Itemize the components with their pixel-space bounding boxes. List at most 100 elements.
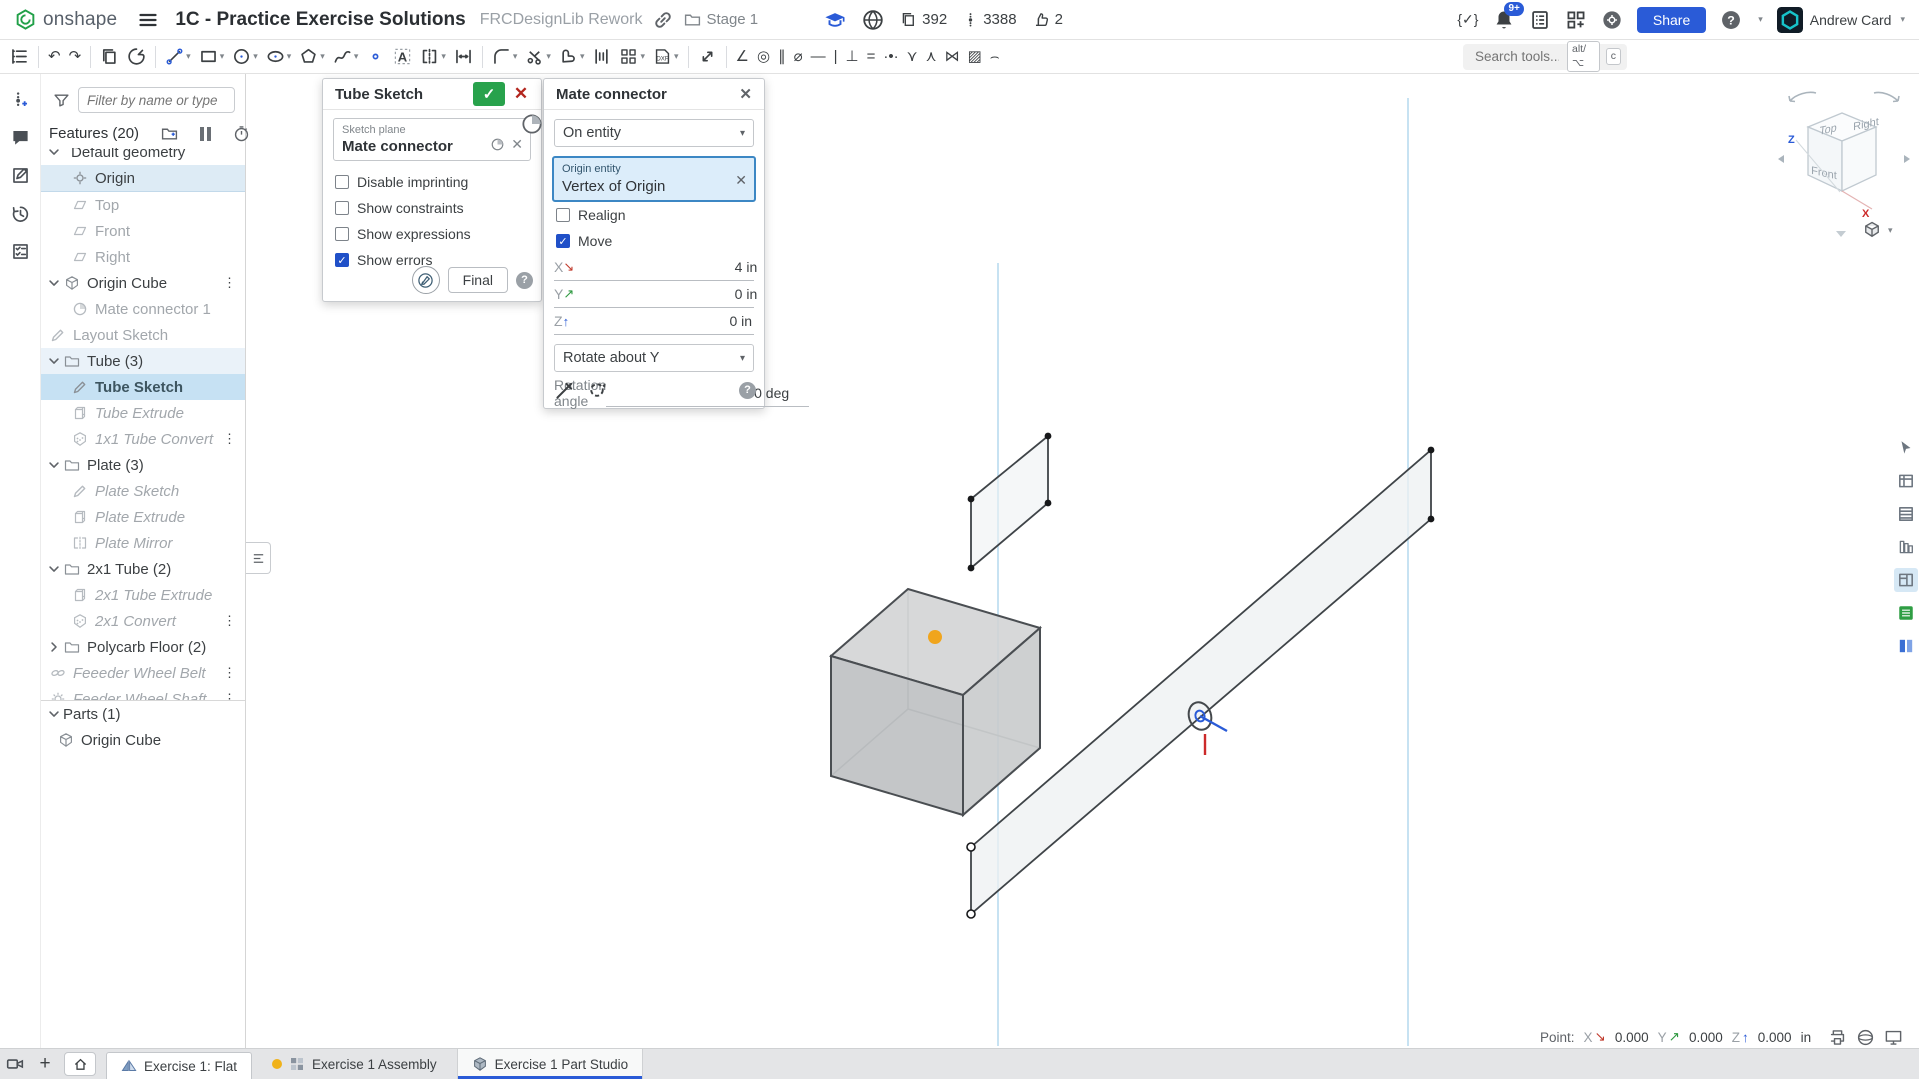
home-tab-button[interactable] <box>64 1052 96 1076</box>
tab-exercise-1-assembly[interactable]: Exercise 1 Assembly <box>258 1049 451 1079</box>
style-palette-tool-icon[interactable] <box>123 43 150 71</box>
history-icon[interactable] <box>5 196 35 230</box>
user-menu[interactable]: Andrew Card ▾ <box>1777 7 1905 33</box>
share-button[interactable]: Share <box>1637 7 1706 33</box>
tool-caret-icon[interactable]: ▾ <box>220 51 225 62</box>
dimension-tool-icon[interactable] <box>450 43 477 71</box>
symmetric-tool-icon[interactable]: ⋈ <box>941 43 964 71</box>
undo-tool-icon[interactable]: ↶ <box>44 43 65 71</box>
viewport-canvas[interactable] <box>0 0 1919 1079</box>
dock-columns-blue-icon[interactable] <box>1894 634 1918 658</box>
notifications-bell-icon[interactable]: 9+ <box>1493 9 1515 31</box>
cancel-sketch-button[interactable]: ✕ <box>509 82 533 106</box>
option-show-constraints[interactable]: Show constraints <box>323 195 541 221</box>
pattern-tool-icon[interactable]: ▾ <box>615 43 649 71</box>
fix-tool-icon[interactable]: ▨ <box>964 43 986 71</box>
flip-primary-axis-icon[interactable] <box>554 379 576 401</box>
mate-connector-close-icon[interactable]: ✕ <box>735 83 756 105</box>
spline-tool-icon[interactable]: ▾ <box>329 43 363 71</box>
sketch-help-icon[interactable]: ? <box>516 272 533 289</box>
clipboard-tool-icon[interactable] <box>96 43 123 71</box>
copies-stat[interactable]: 392 <box>900 11 947 28</box>
chevron-down-icon[interactable] <box>47 354 61 368</box>
tree-row-origin-cube[interactable]: Origin Cube⋮ <box>41 270 245 296</box>
likes-stat[interactable]: 2 <box>1033 11 1063 28</box>
view-options-menu[interactable]: ▾ <box>1862 220 1893 240</box>
ellipse-tool-icon[interactable]: ▾ <box>262 43 296 71</box>
tree-row-feeeder-wheel-belt[interactable]: Feeeder Wheel Belt⋮ <box>41 660 245 686</box>
onshape-brand[interactable]: onshape <box>14 8 117 31</box>
checkbox[interactable] <box>335 201 349 215</box>
fillet-tool-icon[interactable]: ▾ <box>488 43 522 71</box>
apps-grid-icon[interactable] <box>1565 9 1587 31</box>
normal-tool-icon[interactable]: ⋎ <box>903 43 922 71</box>
tool-search-input[interactable] <box>1473 48 1561 65</box>
tool-caret-icon[interactable]: ▾ <box>513 51 518 62</box>
clear-entity-icon[interactable]: ✕ <box>735 172 747 189</box>
new-folder-icon[interactable] <box>161 125 178 142</box>
versions-plus-icon[interactable] <box>5 82 35 116</box>
entity-mode-select[interactable]: On entity ▾ <box>554 119 754 147</box>
concentric-tool-icon[interactable]: ◎ <box>753 43 774 71</box>
point-tool-icon[interactable] <box>362 43 389 71</box>
tree-row-default-geometry[interactable]: Default geometry <box>41 148 245 165</box>
move-checkbox-row[interactable]: ✓ Move <box>544 228 764 254</box>
offset-x-input[interactable] <box>574 258 777 276</box>
tree-row-top[interactable]: Top <box>41 192 245 218</box>
view-cube[interactable]: Top Front Right Z X <box>1770 85 1919 245</box>
tab-exercise-1-flat[interactable]: Exercise 1: Flat <box>106 1052 252 1079</box>
ai-advisor-icon[interactable] <box>1601 9 1623 31</box>
suppress-pause-icon[interactable] <box>200 127 211 141</box>
tree-row-plate-3-[interactable]: Plate (3) <box>41 452 245 478</box>
featurescript-icon[interactable]: {✓} <box>1457 9 1479 31</box>
dock-table-icon[interactable] <box>1894 469 1918 493</box>
chevron-down-icon[interactable] <box>47 707 61 721</box>
transform-tool-icon[interactable] <box>694 43 721 71</box>
sketch-text-tool-icon[interactable]: A <box>389 43 416 71</box>
tree-row-front[interactable]: Front <box>41 218 245 244</box>
realign-checkbox[interactable] <box>556 208 570 222</box>
item-menu-icon[interactable]: ⋮ <box>223 275 235 291</box>
tree-row-tube-sketch[interactable]: Tube Sketch <box>41 374 245 400</box>
tree-row-2x1-convert[interactable]: 2x1 Convert⋮ <box>41 608 245 634</box>
tool-caret-icon[interactable]: ▾ <box>640 51 645 62</box>
offset-y-input[interactable] <box>574 285 777 303</box>
item-menu-icon[interactable]: ⋮ <box>223 665 235 681</box>
help-icon[interactable]: ? <box>1720 9 1742 31</box>
item-menu-icon[interactable]: ⋮ <box>223 431 235 447</box>
tool-caret-icon[interactable]: ▾ <box>354 51 359 62</box>
item-menu-icon[interactable]: ⋮ <box>223 613 235 629</box>
public-document-icon[interactable] <box>862 9 884 31</box>
tree-row-1x1-tube-convert[interactable]: 1x1 Tube Convert⋮ <box>41 426 245 452</box>
part-row-origin-cube[interactable]: Origin Cube <box>41 727 245 753</box>
tree-row-layout-sketch[interactable]: Layout Sketch <box>41 322 245 348</box>
tree-row-feeder-wheel-shaft[interactable]: Feeder Wheel Shaft⋮ <box>41 686 245 700</box>
chevron-down-icon[interactable] <box>47 276 61 290</box>
trim-tool-icon[interactable]: ▾ <box>521 43 555 71</box>
sketch-view-icon[interactable] <box>412 266 440 294</box>
offset-tool-icon[interactable]: ▾ <box>555 43 589 71</box>
clear-plane-icon[interactable]: ✕ <box>511 136 523 153</box>
feature-list-tool-icon[interactable] <box>6 43 33 71</box>
help-caret-icon[interactable]: ▾ <box>1758 14 1763 25</box>
checkbox[interactable] <box>335 227 349 241</box>
item-menu-icon[interactable]: ⋮ <box>223 691 235 700</box>
screen-icon[interactable] <box>1884 1028 1903 1047</box>
mate-connector-dialog-header[interactable]: Mate connector ✕ <box>544 79 764 110</box>
final-button[interactable]: Final <box>448 267 508 293</box>
curvature-tool-icon[interactable]: ⌢ <box>986 43 1004 71</box>
tree-row-mate-connector-1[interactable]: Mate connector 1 <box>41 296 245 322</box>
tree-row-tube-extrude[interactable]: Tube Extrude <box>41 400 245 426</box>
dock-columns-icon[interactable] <box>1894 535 1918 559</box>
link-icon[interactable] <box>652 9 674 31</box>
chevron-down-icon[interactable] <box>47 148 61 159</box>
import-dxf-tool-icon[interactable]: DXF▾ <box>649 43 683 71</box>
mate-help-icon[interactable]: ? <box>739 382 756 399</box>
redo-tool-icon[interactable]: ↷ <box>65 43 86 71</box>
checklist-icon[interactable] <box>5 234 35 268</box>
tree-row-tube-3-[interactable]: Tube (3) <box>41 348 245 374</box>
mate-connector-context-icon[interactable] <box>521 113 543 135</box>
reorient-axis-icon[interactable] <box>586 379 608 401</box>
sketch-plane-field[interactable]: Sketch plane Mate connector ✕ <box>333 118 531 161</box>
chevron-down-icon[interactable] <box>47 562 61 576</box>
